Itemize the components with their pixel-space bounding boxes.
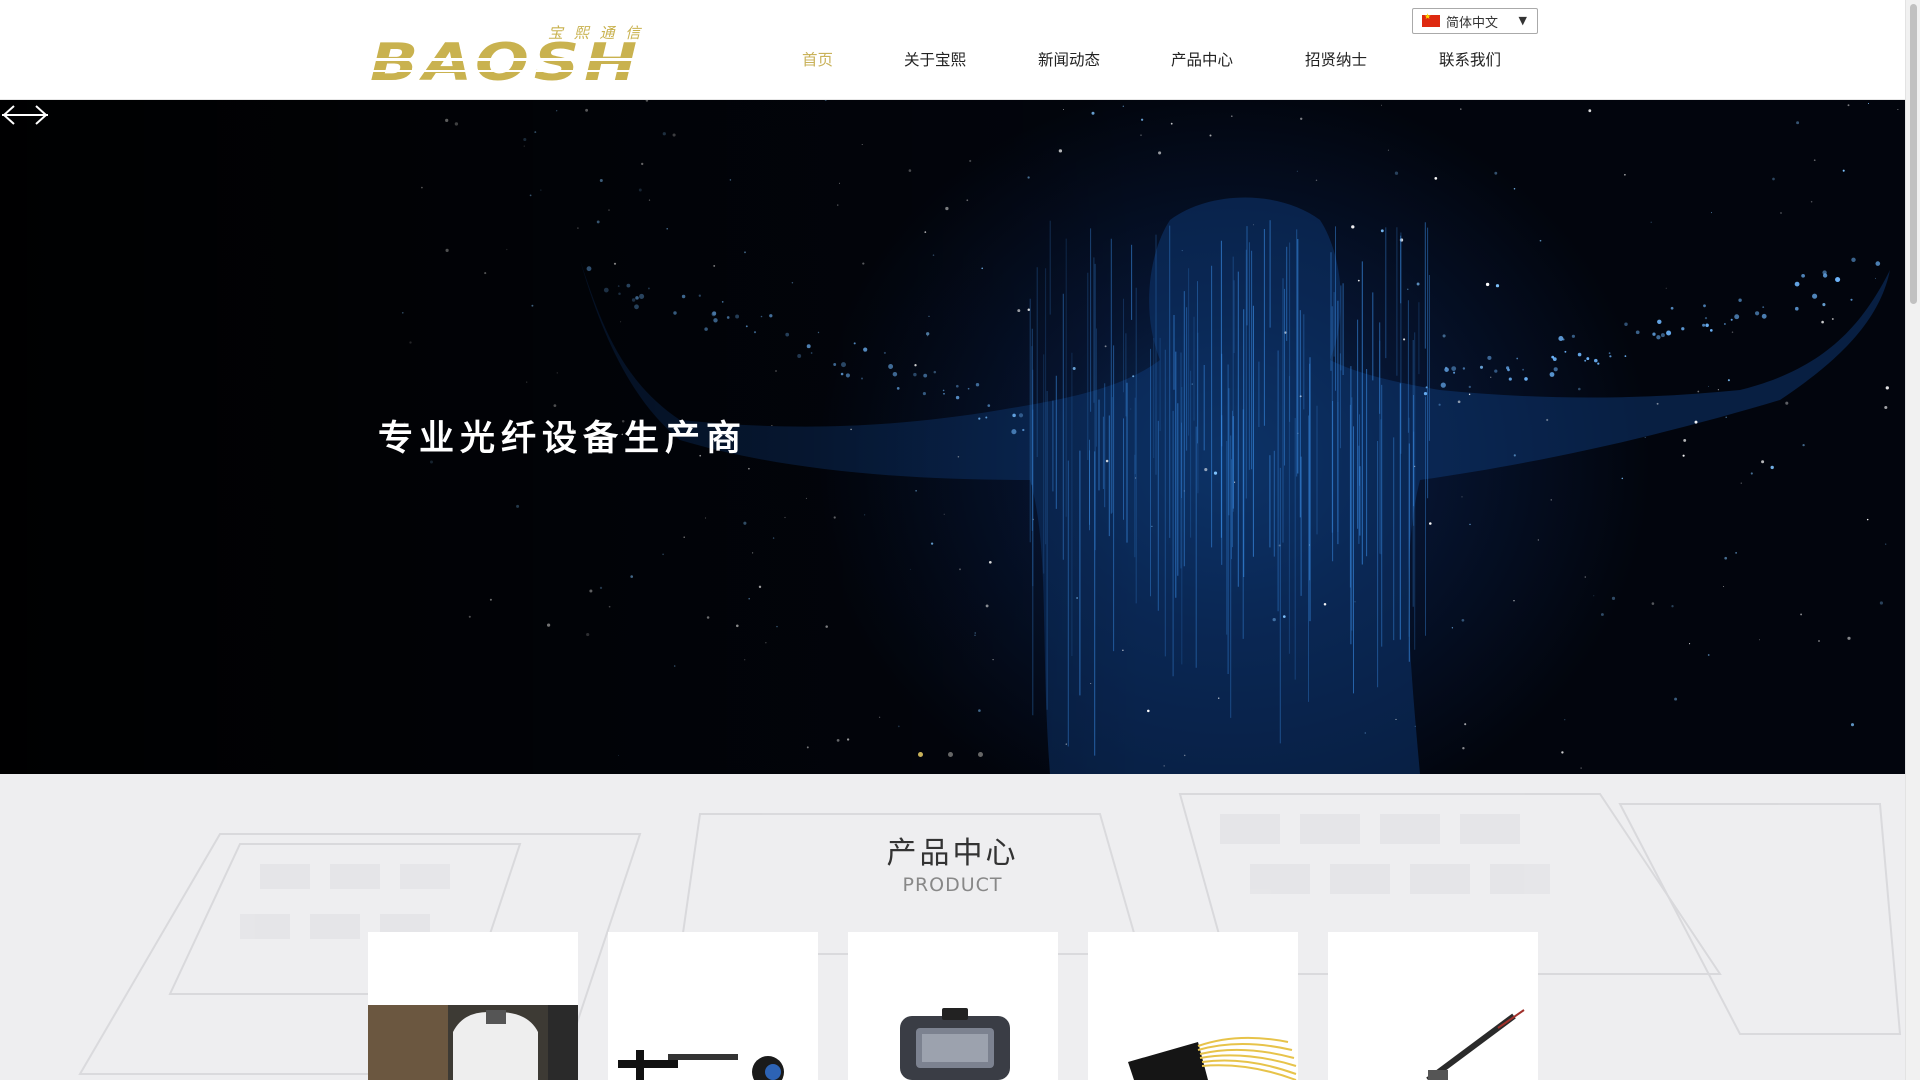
product-card[interactable]	[1328, 932, 1538, 1080]
banner-caption: 专业光纤设备生产商	[378, 419, 748, 459]
section-title: 产品中心	[886, 836, 1019, 871]
plc-splitter-icon	[1128, 1036, 1297, 1080]
page-scrollbar[interactable]	[1905, 0, 1920, 1080]
nav-item-products[interactable]: 产品中心	[1171, 48, 1233, 70]
hero-banner: 专业光纤设备生产商	[0, 100, 1905, 774]
language-label: 简体中文	[1446, 15, 1499, 31]
baosh-logo[interactable]: 宝 熙 通 信 BAOSH	[368, 22, 648, 84]
nav-item-contact[interactable]: 联系我们	[1439, 48, 1501, 70]
slide-dot-1[interactable]	[918, 752, 923, 757]
nav-item-home[interactable]: 首页	[802, 48, 833, 70]
nav-item-news[interactable]: 新闻动态	[1038, 48, 1100, 70]
product-card[interactable]	[368, 932, 578, 1080]
dropdown-arrow-icon: ▼	[1518, 14, 1527, 27]
slide-indicators	[918, 752, 983, 757]
nav-item-careers[interactable]: 招贤纳士	[1305, 48, 1367, 70]
fiber-probe-icon	[1426, 1009, 1525, 1080]
nav-item-about[interactable]: 关于宝熙	[904, 48, 966, 70]
next-slide-arrow-icon[interactable]	[0, 100, 50, 130]
slide-dot-2[interactable]	[948, 752, 953, 757]
microscope-icon	[368, 1005, 578, 1080]
china-flag-icon	[1422, 12, 1440, 27]
scrollbar-thumb[interactable]	[1910, 4, 1917, 304]
site-header: 宝 熙 通 信 BAOSH 简体中文 ▼ 首页 关于宝熙 新闻动态 产品中心 招…	[0, 0, 1905, 100]
fiber-fixture-icon	[618, 1050, 784, 1080]
handheld-meter-icon	[900, 1008, 1010, 1080]
product-card[interactable]	[608, 932, 818, 1080]
product-section: 产品中心 PRODUCT	[0, 774, 1905, 1080]
product-card[interactable]	[1088, 932, 1298, 1080]
section-subtitle: PRODUCT	[902, 874, 1003, 896]
language-select[interactable]: 简体中文 ▼	[1412, 8, 1538, 34]
slide-dot-3[interactable]	[978, 752, 983, 757]
product-card[interactable]	[848, 932, 1058, 1080]
